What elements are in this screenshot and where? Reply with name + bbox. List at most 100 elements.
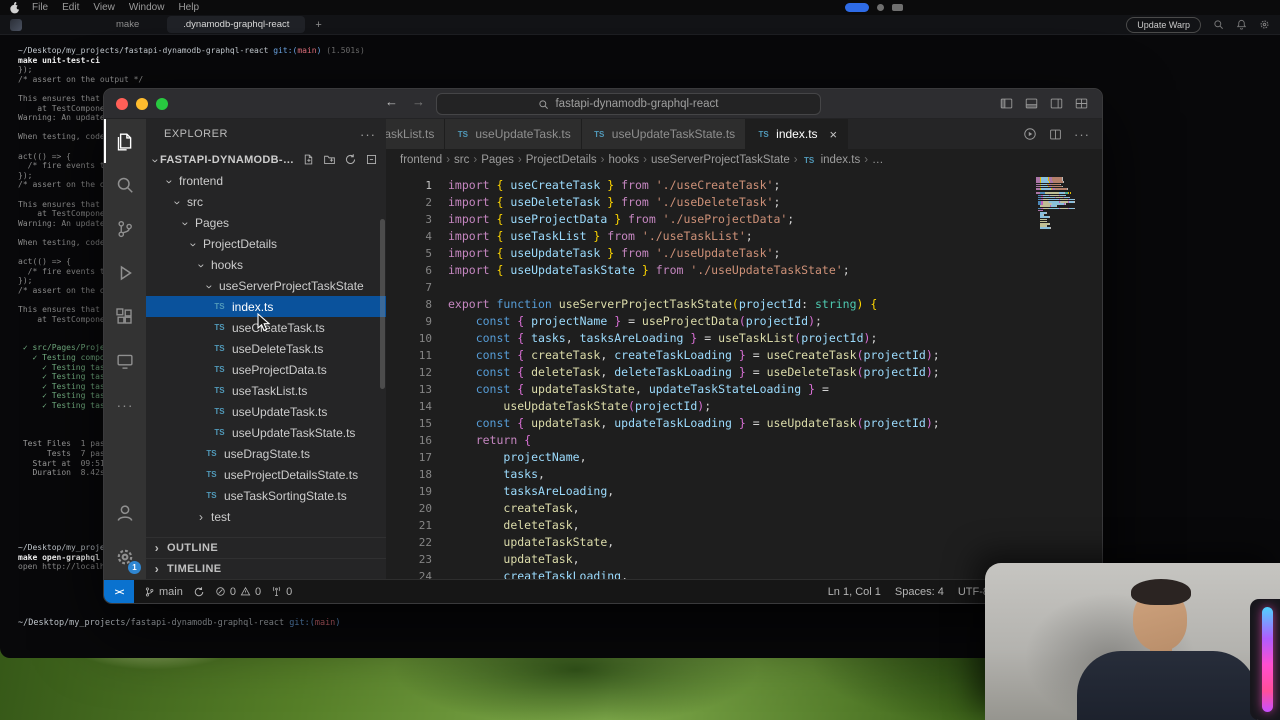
navigate-back-icon[interactable]: ←	[385, 94, 398, 109]
breadcrumb-item[interactable]: useServerProjectTaskState	[651, 154, 790, 166]
chevron-down-icon: ›	[163, 176, 177, 186]
toggle-sidebar-icon[interactable]	[1000, 97, 1013, 110]
ports[interactable]: 0	[271, 586, 292, 598]
customize-layout-icon[interactable]	[1075, 97, 1088, 110]
tree-file-useTaskList.ts[interactable]: TSuseTaskList.ts	[146, 380, 386, 401]
explorer-more-icon[interactable]: ···	[360, 127, 376, 142]
more-actions-icon[interactable]: ···	[1074, 127, 1090, 142]
navigate-forward-icon[interactable]: →	[412, 94, 425, 109]
close-icon[interactable]: ×	[830, 127, 838, 142]
menu-item[interactable]: File	[32, 2, 48, 13]
tree-folder-hooks[interactable]: ›hooks	[146, 254, 386, 275]
sidebar-scrollbar[interactable]	[380, 219, 385, 389]
breadcrumb-item[interactable]: frontend	[400, 154, 442, 166]
apple-menu-icon[interactable]	[10, 2, 20, 14]
tree-file-useTaskSortingState.ts[interactable]: TSuseTaskSortingState.ts	[146, 485, 386, 506]
terminal-current-prompt[interactable]: ~/Desktop/my_projects/fastapi-dynamodb-g…	[18, 618, 340, 629]
tree-folder-useServerProjectTaskState[interactable]: ›useServerProjectTaskState	[146, 275, 386, 296]
menubar-badge[interactable]	[845, 3, 869, 12]
more-views-icon[interactable]: ···	[104, 383, 146, 427]
breadcrumb-file[interactable]: index.ts	[821, 154, 861, 166]
terminal-tab[interactable]: make	[100, 16, 155, 33]
menu-item[interactable]: Edit	[62, 2, 79, 13]
editor-tab-useTaskList.ts[interactable]: TSuseTaskList.ts	[386, 119, 445, 149]
line-number: 11	[386, 347, 432, 364]
zoom-window-button[interactable]	[156, 98, 168, 110]
minimap[interactable]	[1036, 177, 1094, 230]
accounts-icon[interactable]	[104, 491, 146, 535]
tree-file-useDeleteTask.ts[interactable]: TSuseDeleteTask.ts	[146, 338, 386, 359]
problems[interactable]: 0 0	[215, 586, 261, 598]
run-file-icon[interactable]	[1023, 127, 1037, 141]
refresh-icon[interactable]	[344, 153, 357, 166]
vscode-titlebar[interactable]: ← → fastapi-dynamodb-graphql-react	[104, 89, 1102, 119]
outline-section[interactable]: ›OUTLINE	[146, 537, 386, 558]
menu-item[interactable]: Window	[129, 2, 165, 13]
update-warp-button[interactable]: Update Warp	[1126, 17, 1201, 33]
sync-changes[interactable]	[193, 586, 205, 598]
new-tab-button[interactable]: +	[315, 19, 321, 31]
new-folder-icon[interactable]	[323, 153, 336, 166]
tree-file-useDragState.ts[interactable]: TSuseDragState.ts	[146, 443, 386, 464]
breadcrumb-item[interactable]: ProjectDetails	[526, 154, 597, 166]
tree-file-useUpdateTaskState.ts[interactable]: TSuseUpdateTaskState.ts	[146, 422, 386, 443]
editor-tab-useUpdateTaskState.ts[interactable]: TSuseUpdateTaskState.ts	[582, 119, 746, 149]
code-text: tasksAreLoading,	[432, 483, 614, 500]
breadcrumb-item[interactable]: Pages	[481, 154, 514, 166]
split-editor-icon[interactable]	[1049, 128, 1062, 141]
timeline-section[interactable]: ›TIMELINE	[146, 558, 386, 579]
indentation[interactable]: Spaces: 4	[895, 586, 944, 598]
explorer-icon[interactable]	[104, 119, 146, 163]
project-root-folder[interactable]: › FASTAPI-DYNAMODB-GRAPHQL-REACT	[146, 149, 386, 170]
cursor-position[interactable]: Ln 1, Col 1	[828, 586, 881, 598]
bell-icon[interactable]	[1236, 19, 1247, 30]
menu-item[interactable]: View	[93, 2, 115, 13]
breadcrumb-item[interactable]: hooks	[608, 154, 639, 166]
battery-icon	[892, 4, 903, 11]
tree-item-label: index.ts	[232, 300, 273, 314]
source-control-icon[interactable]	[104, 207, 146, 251]
tree-folder-src[interactable]: ›src	[146, 191, 386, 212]
line-number: 13	[386, 381, 432, 398]
tree-file-useUpdateTask.ts[interactable]: TSuseUpdateTask.ts	[146, 401, 386, 422]
editor-tab-index.ts[interactable]: TSindex.ts×	[746, 119, 848, 149]
menubar-icon[interactable]	[877, 4, 884, 11]
menu-item[interactable]: Help	[178, 2, 199, 13]
tree-folder-test[interactable]: ›test	[146, 506, 386, 527]
terminal-tab[interactable]: .dynamodb-graphql-react	[167, 16, 305, 33]
code-editor[interactable]: 1import { useCreateTask } from './useCre…	[386, 171, 1102, 579]
tree-folder-frontend[interactable]: ›frontend	[146, 170, 386, 191]
warp-menu-icon[interactable]	[10, 19, 22, 31]
editor-tab-useUpdateTask.ts[interactable]: TSuseUpdateTask.ts	[445, 119, 581, 149]
search-icon[interactable]	[104, 163, 146, 207]
breadcrumb-symbol[interactable]: …	[872, 154, 885, 166]
tree-item-label: useUpdateTaskState.ts	[232, 426, 355, 440]
collapse-folders-icon[interactable]	[365, 153, 378, 166]
settings-icon[interactable]	[1259, 19, 1270, 30]
editor-tabs-bar: TSuseTaskList.tsTSuseUpdateTask.tsTSuseU…	[386, 119, 1102, 149]
remote-indicator[interactable]: ><	[104, 580, 134, 603]
toggle-panel-icon[interactable]	[1025, 97, 1038, 110]
settings-gear-icon[interactable]: 1	[104, 535, 146, 579]
git-branch[interactable]: main	[144, 586, 183, 598]
close-window-button[interactable]	[116, 98, 128, 110]
breadcrumb-item[interactable]: src	[454, 154, 469, 166]
extensions-icon[interactable]	[104, 295, 146, 339]
tree-item-label: useDeleteTask.ts	[232, 342, 323, 356]
command-center-search[interactable]: fastapi-dynamodb-graphql-react	[436, 93, 821, 115]
code-line: 7	[386, 279, 1102, 296]
tree-folder-ProjectDetails[interactable]: ›ProjectDetails	[146, 233, 386, 254]
line-number: 10	[386, 330, 432, 347]
menubar-items: File Edit View Window Help	[32, 2, 199, 13]
remote-explorer-icon[interactable]	[104, 339, 146, 383]
tree-file-useProjectDetailsState.ts[interactable]: TSuseProjectDetailsState.ts	[146, 464, 386, 485]
tree-file-useProjectData.ts[interactable]: TSuseProjectData.ts	[146, 359, 386, 380]
minimize-window-button[interactable]	[136, 98, 148, 110]
search-icon[interactable]	[1213, 19, 1224, 30]
run-debug-icon[interactable]	[104, 251, 146, 295]
code-text: const { projectName } = useProjectData(p…	[432, 313, 822, 330]
new-file-icon[interactable]	[302, 153, 315, 166]
toggle-secondary-sidebar-icon[interactable]	[1050, 97, 1063, 110]
menubar-status-icons	[845, 3, 903, 12]
tree-folder-Pages[interactable]: ›Pages	[146, 212, 386, 233]
